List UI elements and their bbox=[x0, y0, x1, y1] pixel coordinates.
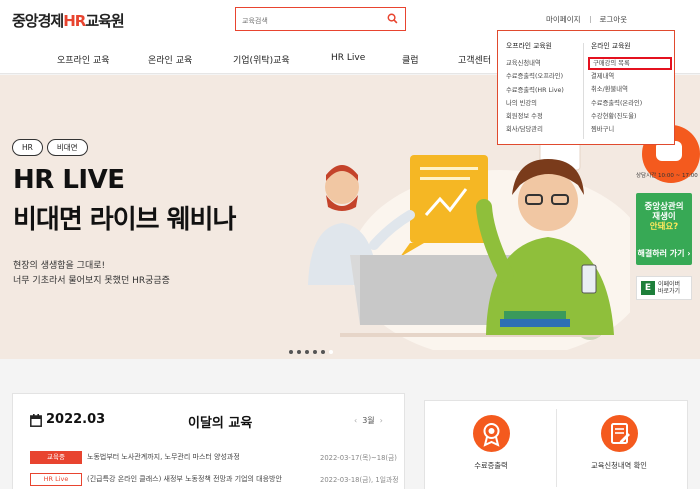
slide-indicators bbox=[289, 339, 337, 358]
status-badge: HR Live bbox=[30, 473, 82, 486]
menu-item[interactable]: 결제내역 bbox=[591, 70, 672, 83]
search-icon[interactable] bbox=[387, 13, 398, 24]
panel-title: 이달의 교육 bbox=[188, 416, 253, 431]
menu-item[interactable]: 수료증출력(오프라인) bbox=[506, 70, 564, 83]
dropdown-offline-heading: 오프라인 교육원 bbox=[506, 42, 552, 50]
epayper-link[interactable]: E 이페이버 바로가기 bbox=[636, 276, 692, 300]
hero-desc-2: 너무 기초라서 물어보지 못했던 HR궁금증 bbox=[13, 276, 170, 286]
playback-help-banner[interactable]: 중앙상관의 재생이 안돼요? 해결하러 가기 › bbox=[636, 193, 692, 265]
course-title[interactable]: (긴급특강 온라인 클래스) 새정부 노동정책 전망과 기업의 대응방안 bbox=[87, 474, 315, 484]
top-links: 마이페이지 로그아웃 bbox=[546, 14, 636, 25]
consult-hours: 상담시간 10:00 ~ 17:00 bbox=[636, 173, 698, 179]
logout-link[interactable]: 로그아웃 bbox=[600, 15, 628, 24]
status-badge: 교육중 bbox=[30, 451, 82, 464]
menu-item[interactable]: 수강현황(진도율) bbox=[591, 110, 672, 123]
slide-dot[interactable] bbox=[321, 350, 325, 354]
mypage-dropdown: 오프라인 교육원 교육신청내역 수료증출력(오프라인) 수료증출력(HR Liv… bbox=[497, 30, 675, 145]
epayper-line-1: 이페이버 bbox=[658, 281, 681, 288]
tag-untact: 비대면 bbox=[46, 139, 88, 156]
certificate-print-button[interactable]: 수료증출력 bbox=[441, 415, 541, 471]
nav-hr-live[interactable]: HR Live bbox=[331, 53, 365, 63]
site-logo[interactable]: 중앙경제HR교육원 bbox=[12, 10, 125, 31]
course-date: 2022-03-17(목)~18(금) bbox=[320, 454, 397, 462]
dropdown-offline-column: 오프라인 교육원 교육신청내역 수료증출력(오프라인) 수료증출력(HR Liv… bbox=[506, 40, 564, 137]
month-nav: ‹ 3월 › bbox=[349, 415, 388, 426]
list-item[interactable]: 교육중 노동법부터 노사관계까지, 노무관리 마스터 양성과정 2022-03-… bbox=[30, 451, 400, 465]
menu-item-purchased-courses[interactable]: 구매강의 목록 bbox=[588, 57, 672, 70]
help-line-2: 재생이 bbox=[652, 212, 676, 222]
hero-subtitle: 비대면 라이브 웨비나 bbox=[13, 205, 236, 235]
hero-desc-1: 현장의 생생함을 그대로! bbox=[13, 261, 106, 271]
slide-dot-active[interactable] bbox=[329, 350, 333, 354]
playback-help-text: 중앙상관의 재생이 안돼요? bbox=[636, 202, 692, 232]
logo-text-pre: 중앙경제 bbox=[12, 12, 64, 30]
slide-dot[interactable] bbox=[313, 350, 317, 354]
menu-item[interactable]: 취소/환불내역 bbox=[591, 83, 672, 96]
quick-label: 교육신청내역 확인 bbox=[590, 461, 648, 470]
nav-offline[interactable]: 오프라인 교육 bbox=[57, 53, 110, 66]
dropdown-online-heading: 온라인 교육원 bbox=[591, 42, 631, 50]
menu-item[interactable]: 나의 빈강의 bbox=[506, 97, 564, 110]
epayper-line-2: 바로가기 bbox=[658, 288, 681, 295]
epayper-logo-icon: E bbox=[641, 281, 655, 295]
dropdown-divider bbox=[583, 43, 584, 139]
menu-item[interactable]: 수료증출력(HR Live) bbox=[506, 84, 564, 97]
calendar-icon bbox=[30, 414, 42, 427]
menu-item[interactable]: 회원정보 수정 bbox=[506, 110, 564, 123]
help-line-1: 중앙상관의 bbox=[644, 202, 684, 212]
checklist-icon bbox=[600, 415, 638, 452]
help-line-3: 안돼요? bbox=[649, 222, 679, 232]
current-date: 2022.03 bbox=[46, 412, 106, 427]
link-divider bbox=[589, 16, 591, 23]
menu-item[interactable]: 회사/담당관리 bbox=[506, 123, 564, 136]
menu-item[interactable]: 교육신청내역 bbox=[506, 57, 564, 70]
nav-club[interactable]: 클럽 bbox=[402, 53, 419, 66]
dropdown-online-column: 온라인 교육원 구매강의 목록 결제내역 취소/환불내역 수료증출력(온라인) … bbox=[588, 40, 672, 136]
search-box bbox=[235, 7, 406, 31]
logo-text-post: 교육원 bbox=[85, 12, 124, 30]
application-history-button[interactable]: 교육신청내역 확인 bbox=[569, 415, 669, 471]
next-month-button[interactable]: › bbox=[380, 416, 383, 425]
nav-corporate[interactable]: 기업(위탁)교육 bbox=[233, 53, 290, 66]
nav-online[interactable]: 온라인 교육 bbox=[148, 53, 192, 66]
certificate-icon bbox=[472, 415, 510, 452]
quick-divider bbox=[556, 409, 557, 487]
menu-item[interactable]: 찜바구니 bbox=[591, 123, 672, 136]
slide-dot[interactable] bbox=[289, 350, 293, 354]
list-item[interactable]: HR Live (긴급특강 온라인 클래스) 새정부 노동정책 전망과 기업의 … bbox=[30, 473, 400, 487]
solve-button[interactable]: 해결하러 가기 › bbox=[636, 248, 692, 259]
month-label: 3월 bbox=[362, 416, 375, 425]
course-title[interactable]: 노동법부터 노사관계까지, 노무관리 마스터 양성과정 bbox=[87, 452, 315, 462]
quick-label: 수료증출력 bbox=[474, 461, 508, 470]
epayper-text: 이페이버 바로가기 bbox=[658, 281, 680, 295]
logo-text-hr: HR bbox=[63, 12, 86, 30]
tag-hr: HR bbox=[12, 139, 43, 156]
prev-month-button[interactable]: ‹ bbox=[354, 416, 357, 425]
slide-dot[interactable] bbox=[305, 350, 309, 354]
hero-title: HR LIVE bbox=[13, 165, 125, 195]
mypage-link[interactable]: 마이페이지 bbox=[546, 15, 581, 24]
hero-tags: HR 비대면 bbox=[12, 135, 92, 156]
monthly-education-panel: 2022.03 이달의 교육 ‹ 3월 › 교육중 노동법부터 노사관계까지, 노무… bbox=[12, 393, 405, 489]
slide-dot[interactable] bbox=[297, 350, 301, 354]
search-input[interactable] bbox=[242, 11, 382, 31]
course-date: 2022-03-18(금), 1일과정 bbox=[320, 476, 399, 484]
quick-menu-panel: 수료증출력 교육신청내역 확인 bbox=[424, 400, 688, 489]
nav-customer-center[interactable]: 고객센터 bbox=[458, 53, 491, 66]
webinar-illustration bbox=[308, 129, 630, 350]
menu-item[interactable]: 수료증출력(온라인) bbox=[591, 97, 672, 110]
